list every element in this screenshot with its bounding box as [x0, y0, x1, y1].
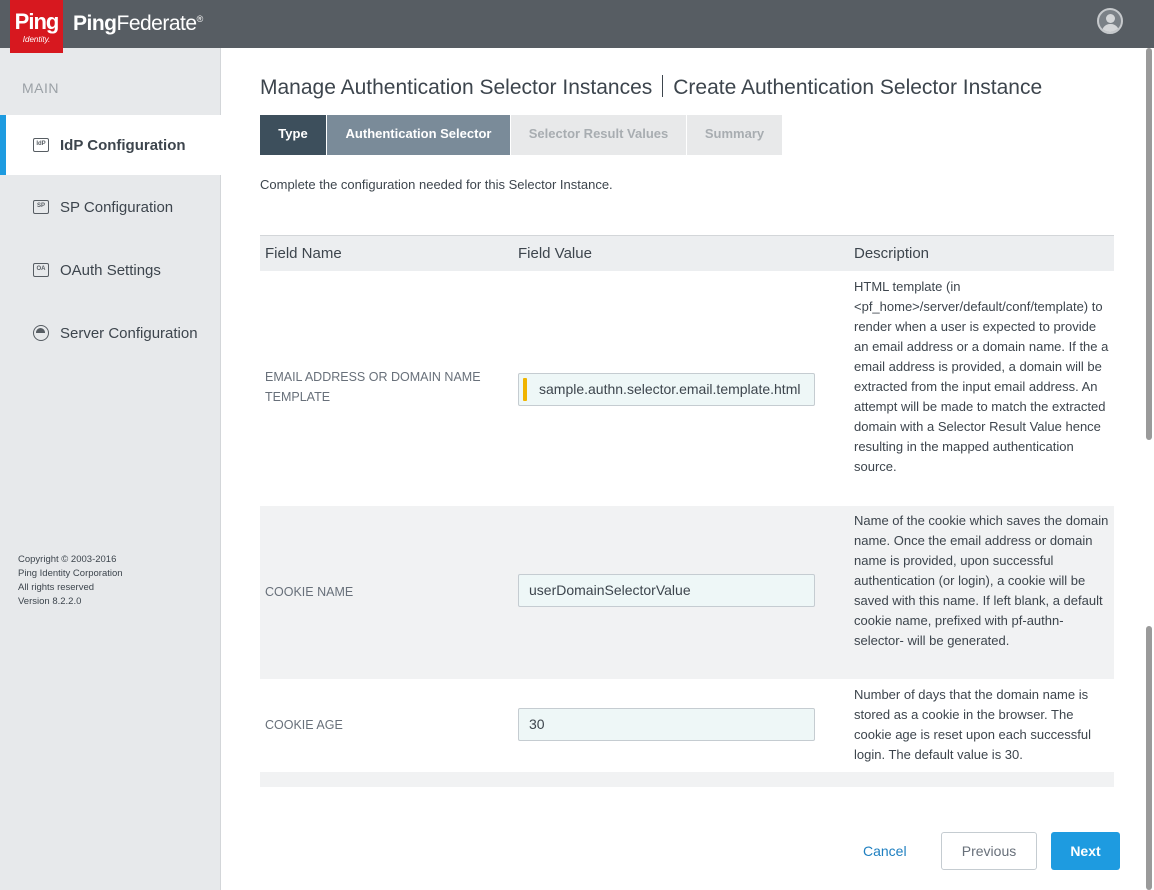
- cookie-age-value: 30: [529, 716, 545, 732]
- table-row: COOKIE AGE 30 Number of days that the do…: [260, 679, 1114, 772]
- field-description: HTML template (in <pf_home>/server/defau…: [854, 279, 1109, 474]
- field-description: Name of the cookie which saves the domai…: [854, 513, 1109, 648]
- page-scrollbar[interactable]: [1143, 48, 1154, 890]
- product-name-bold: Ping: [73, 12, 117, 35]
- scrollbar-thumb-upper[interactable]: [1146, 48, 1152, 440]
- oauth-icon: OA: [33, 263, 49, 277]
- wizard-step-type[interactable]: Type: [260, 115, 326, 155]
- company-line: Ping Identity Corporation: [18, 568, 123, 579]
- cookie-name-value: userDomainSelectorValue: [529, 582, 691, 598]
- trademark-symbol: ®: [196, 14, 204, 24]
- rights-line: All rights reserved: [18, 582, 95, 593]
- wizard-step-selector-result-values: Selector Result Values: [511, 115, 686, 155]
- next-button[interactable]: Next: [1051, 832, 1120, 870]
- cookie-age-input[interactable]: 30: [518, 708, 815, 741]
- scrollbar-thumb-lower[interactable]: [1146, 626, 1152, 890]
- sidebar-item-idp-configuration[interactable]: IdP IdP Configuration: [0, 115, 231, 175]
- cancel-button[interactable]: Cancel: [863, 843, 907, 859]
- field-name: COOKIE NAME: [265, 585, 354, 599]
- breadcrumb-current: Create Authentication Selector Instance: [673, 76, 1043, 99]
- sidebar-section-label: MAIN: [22, 80, 59, 96]
- logo-subtext: Identity.: [22, 35, 51, 44]
- config-table: Field Name Field Value Description EMAIL…: [260, 235, 1114, 787]
- table-row-empty: [260, 772, 1114, 787]
- header-field-value: Field Value: [518, 245, 592, 262]
- table-header: Field Name Field Value Description: [260, 235, 1114, 271]
- table-row: COOKIE NAME userDomainSelectorValue Name…: [260, 506, 1114, 679]
- user-avatar-icon[interactable]: [1097, 8, 1123, 34]
- wizard-step-authentication-selector[interactable]: Authentication Selector: [327, 115, 510, 155]
- field-name: COOKIE AGE: [265, 718, 343, 732]
- page-title: Manage Authentication Selector Instances…: [260, 75, 1043, 100]
- field-description: Number of days that the domain name is s…: [854, 687, 1092, 762]
- idp-icon: IdP: [33, 138, 49, 152]
- sidebar-item-oauth-settings[interactable]: OA OAuth Settings: [0, 240, 221, 300]
- top-bar: Ping Identity. PingFederate®: [0, 0, 1154, 53]
- header-field-name: Field Name: [265, 245, 342, 262]
- field-name: EMAIL ADDRESS OR DOMAIN NAME TEMPLATE: [265, 370, 481, 404]
- header-description: Description: [854, 245, 930, 262]
- sidebar-item-server-configuration[interactable]: Server Configuration: [0, 303, 221, 363]
- intro-text: Complete the configuration needed for th…: [260, 177, 613, 192]
- sidebar-item-label: OAuth Settings: [60, 261, 161, 279]
- logo-text: Ping: [14, 9, 60, 34]
- product-name-light: Federate: [116, 12, 198, 35]
- required-marker: [523, 378, 527, 401]
- breadcrumb-parent[interactable]: Manage Authentication Selector Instances: [260, 76, 652, 99]
- wizard-step-summary: Summary: [687, 115, 782, 155]
- title-separator: [662, 75, 664, 98]
- sp-icon: SP: [33, 200, 49, 214]
- table-row: EMAIL ADDRESS OR DOMAIN NAME TEMPLATE sa…: [260, 271, 1114, 506]
- copyright-notice: Copyright © 2003-2016 Ping Identity Corp…: [18, 553, 123, 609]
- sidebar-item-label: IdP Configuration: [60, 136, 186, 154]
- sidebar: MAIN IdP IdP Configuration SP SP Configu…: [0, 48, 231, 890]
- server-icon: [33, 325, 49, 341]
- sidebar-item-label: Server Configuration: [60, 324, 198, 342]
- sidebar-item-sp-configuration[interactable]: SP SP Configuration: [0, 177, 221, 237]
- previous-button[interactable]: Previous: [941, 832, 1037, 870]
- version-line: Version 8.2.2.0: [18, 596, 82, 607]
- email-template-value: sample.authn.selector.email.template.htm…: [539, 381, 801, 397]
- wizard-steps: Type Authentication Selector Selector Re…: [260, 115, 783, 155]
- product-name: PingFederate®: [73, 12, 203, 36]
- ping-identity-logo[interactable]: Ping Identity.: [10, 0, 63, 53]
- email-template-input[interactable]: sample.authn.selector.email.template.htm…: [518, 373, 815, 406]
- cookie-name-input[interactable]: userDomainSelectorValue: [518, 574, 815, 607]
- copyright-line: Copyright © 2003-2016: [18, 554, 117, 565]
- sidebar-item-label: SP Configuration: [60, 198, 174, 216]
